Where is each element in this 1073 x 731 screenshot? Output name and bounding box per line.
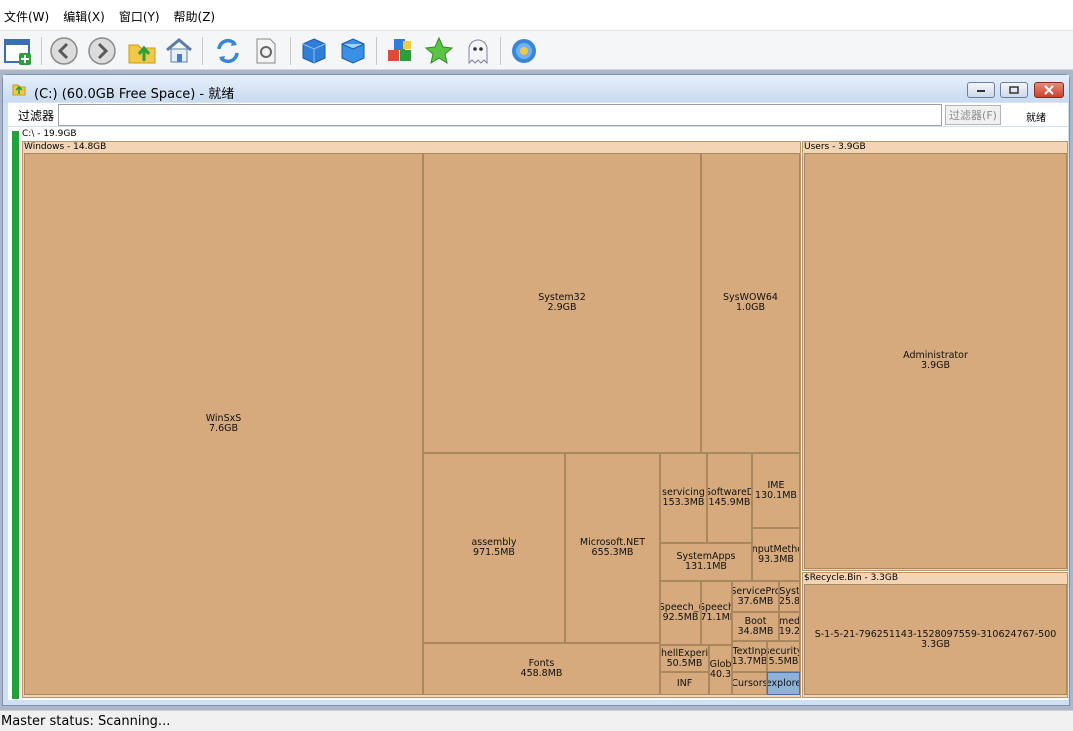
status-bar: Master status: Scanning...	[0, 710, 1073, 731]
filter-label: 过滤器	[18, 109, 55, 123]
menu-help[interactable]: 帮助(Z)	[174, 5, 216, 25]
scan-progress-bar	[12, 131, 19, 699]
back-icon[interactable]	[48, 35, 80, 67]
treemap-cell[interactable]: InputMetho93.3MB	[752, 528, 800, 581]
menu-edit[interactable]: 编辑(X)	[63, 5, 105, 25]
treemap-cell[interactable]: IME 130.1MB	[752, 453, 800, 528]
users-header: Users - 3.9GB	[804, 142, 866, 152]
status-text: Master status: Scanning...	[1, 714, 171, 729]
root-header[interactable]: C:\ - 19.9GB	[22, 129, 77, 140]
treemap-cell[interactable]: ShellExperie50.5MB	[660, 645, 709, 672]
mdi-area: (C:) (60.0GB Free Space) - 就绪 过滤器 过滤器(F)…	[0, 70, 1073, 710]
treemap-cell[interactable]: WinSxS 7.6GB	[24, 153, 423, 695]
treemap-cell[interactable]: SystemApps 131.1MB	[660, 543, 752, 581]
reload-doc-icon[interactable]	[250, 35, 282, 67]
minimize-button[interactable]	[967, 82, 995, 98]
treemap-cell-selected[interactable]: explore	[767, 672, 800, 695]
blue-cube-alt-icon[interactable]	[337, 35, 369, 67]
treemap-cell[interactable]: Boot 34.8MB	[732, 612, 779, 641]
window-title: (C:) (60.0GB Free Space) - 就绪	[34, 87, 235, 102]
home-icon[interactable]	[163, 35, 195, 67]
treemap-cell[interactable]: servicing 153.3MB	[660, 453, 707, 543]
treemap-cell[interactable]: Syst 25.8	[779, 581, 800, 612]
new-window-icon[interactable]	[2, 35, 34, 67]
toolbar	[0, 30, 1073, 70]
treemap-cell[interactable]: Speech71.1MI	[701, 581, 732, 645]
refresh-icon[interactable]	[212, 35, 244, 67]
menu-bar: 文件(W) 编辑(X) 窗口(Y) 帮助(Z)	[0, 0, 1073, 30]
filter-input[interactable]	[58, 104, 942, 126]
treemap-cell[interactable]: SysWOW64 1.0GB	[701, 153, 800, 453]
treemap: C:\ - 19.9GB Windows - 14.8GB Users - 3.…	[8, 127, 1068, 700]
blocks-icon[interactable]	[384, 35, 416, 67]
blue-cube-icon[interactable]	[298, 35, 330, 67]
treemap-cell[interactable]: Cursors	[732, 672, 767, 695]
treemap-cell[interactable]: Microsoft.NET 655.3MB	[565, 453, 660, 643]
recycle-header: $Recycle.Bin - 3.3GB	[804, 573, 899, 583]
gear-flower-icon[interactable]	[508, 35, 540, 67]
filter-button[interactable]: 过滤器(F)	[945, 105, 1001, 125]
treemap-cell[interactable]: ServicePro 37.6MB	[732, 581, 779, 612]
menu-window[interactable]: 窗口(Y)	[119, 5, 160, 25]
treemap-cell[interactable]: Speech_(92.5MB	[660, 581, 701, 645]
treemap-cell[interactable]: System32 2.9GB	[423, 153, 701, 453]
close-button[interactable]	[1034, 82, 1064, 98]
treemap-cell[interactable]: S-1-5-21-796251143-1528097559-310624767-…	[804, 584, 1067, 695]
treemap-cell[interactable]: Glob 40.3	[709, 645, 732, 695]
ghost-icon[interactable]	[462, 35, 494, 67]
treemap-cell[interactable]: SoftwareD 145.9MB	[707, 453, 752, 543]
folder-icon	[12, 84, 26, 96]
treemap-cell[interactable]: Fonts 458.8MB	[423, 643, 660, 695]
up-folder-icon[interactable]	[126, 35, 158, 67]
treemap-cell[interactable]: assembly 971.5MB	[423, 453, 565, 643]
menu-file[interactable]: 文件(W)	[4, 5, 49, 25]
filter-row: 过滤器 过滤器(F) 就绪	[8, 102, 1068, 126]
treemap-cell[interactable]: security5.5MB	[767, 641, 800, 672]
filter-status: 就绪	[1026, 113, 1046, 124]
star-icon[interactable]	[423, 35, 455, 67]
window-titlebar[interactable]: (C:) (60.0GB Free Space) - 就绪	[3, 75, 1069, 103]
treemap-cell[interactable]: Administrator 3.9GB	[804, 153, 1067, 569]
treemap-cell[interactable]: TextInp 13.7MB	[732, 641, 767, 672]
forward-icon[interactable]	[86, 35, 118, 67]
treemap-cell[interactable]: med 19.2	[779, 612, 800, 641]
child-window: (C:) (60.0GB Free Space) - 就绪 过滤器 过滤器(F)…	[2, 74, 1070, 706]
windows-header: Windows - 14.8GB	[24, 142, 107, 152]
maximize-button[interactable]	[1000, 82, 1028, 98]
treemap-cell[interactable]: INF	[660, 672, 709, 695]
